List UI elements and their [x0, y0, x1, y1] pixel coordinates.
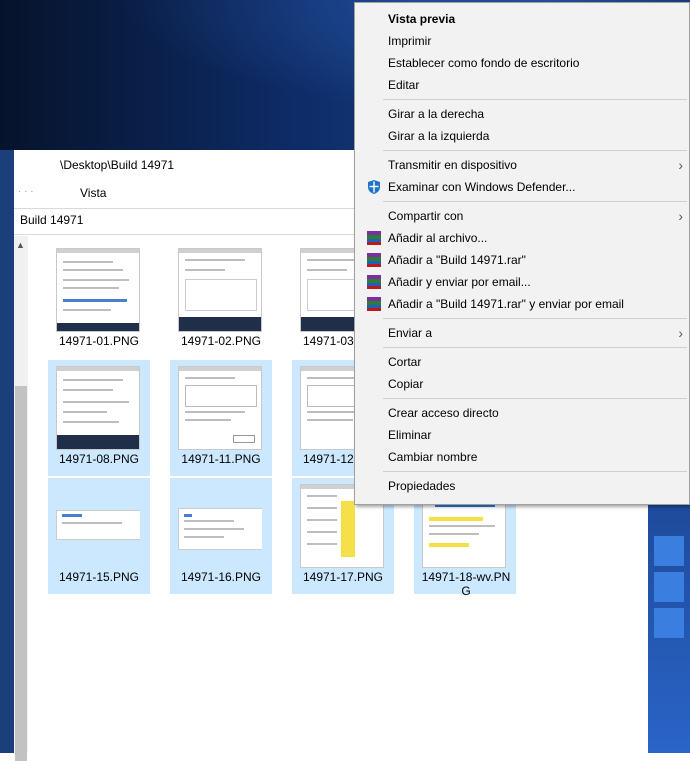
menu-item-label: Cortar: [388, 355, 422, 369]
menu-item-imprimir[interactable]: Imprimir: [355, 30, 689, 52]
menu-item-label: Vista previa: [388, 12, 456, 26]
menu-item-label: Añadir a "Build 14971.rar": [388, 253, 526, 267]
menu-item-enviar-a[interactable]: Enviar a ›: [355, 322, 689, 344]
window-title-path: \Desktop\Build 14971: [60, 158, 175, 172]
menu-item-transmitir-en-dispositivo[interactable]: Transmitir en dispositivo ›: [355, 154, 689, 176]
menu-item-label: Enviar a: [388, 326, 433, 340]
file-thumbnail: [178, 484, 262, 568]
file-name: 14971-16.PNG: [180, 570, 262, 584]
file-name: 14971-17.PNG: [302, 570, 384, 584]
file-thumbnail: [178, 366, 262, 450]
menu-item-label: Editar: [388, 78, 420, 92]
file-thumbnail: [178, 248, 262, 332]
menu-item-label: Girar a la izquierda: [388, 129, 490, 143]
defender-shield-icon: [366, 179, 382, 195]
scroll-up-arrow-icon[interactable]: ▲: [16, 240, 25, 250]
menu-separator: [383, 150, 687, 151]
menu-item-crear-acceso-directo[interactable]: Crear acceso directo: [355, 402, 689, 424]
menu-item-anadir-a-build-14971-rar[interactable]: Añadir a "Build 14971.rar": [355, 249, 689, 271]
file-name: 14971-01.PNG: [58, 334, 140, 348]
menu-item-propiedades[interactable]: Propiedades: [355, 475, 689, 497]
file-item[interactable]: 14971-02.PNG: [170, 242, 272, 358]
menu-item-anadir-al-archivo[interactable]: Añadir al archivo...: [355, 227, 689, 249]
menu-item-establecer-como-fondo-de-escritorio[interactable]: Establecer como fondo de escritorio: [355, 52, 689, 74]
menu-separator: [383, 99, 687, 100]
desktop-wallpaper-right: [648, 500, 690, 753]
file-name: 14971-15.PNG: [58, 570, 140, 584]
menu-item-girar-a-la-derecha[interactable]: Girar a la derecha: [355, 103, 689, 125]
context-menu: Vista previa Imprimir Establecer como fond…: [354, 2, 690, 505]
menu-item-examinar-con-windows-defender[interactable]: Examinar con Windows Defender...: [355, 176, 689, 198]
menu-item-cortar[interactable]: Cortar: [355, 351, 689, 373]
winrar-icon: [366, 230, 382, 246]
desktop-wallpaper-left: [0, 150, 14, 753]
menu-item-anadir-y-enviar-por-email[interactable]: Añadir y enviar por email...: [355, 271, 689, 293]
file-name: 14971-08.PNG: [58, 452, 140, 466]
vertical-scrollbar[interactable]: ▲: [14, 236, 28, 761]
file-thumbnail: [56, 366, 140, 450]
menu-item-label: Añadir al archivo...: [388, 231, 488, 245]
winrar-icon: [366, 252, 382, 268]
menu-item-label: Copiar: [388, 377, 424, 391]
file-thumbnail: [56, 484, 140, 568]
file-name: 14971-02.PNG: [180, 334, 262, 348]
file-item[interactable]: 14971-16.PNG: [170, 478, 272, 594]
menu-item-label: Transmitir en dispositivo: [388, 158, 517, 172]
menu-item-copiar[interactable]: Copiar: [355, 373, 689, 395]
chevron-right-icon: ›: [678, 325, 683, 341]
file-item[interactable]: 14971-01.PNG: [48, 242, 150, 358]
menu-separator: [383, 201, 687, 202]
winrar-icon: [366, 274, 382, 290]
menu-item-label: Añadir y enviar por email...: [388, 275, 531, 289]
menu-item-label: Propiedades: [388, 479, 456, 493]
menu-item-label: Añadir a "Build 14971.rar" y enviar por …: [388, 297, 624, 311]
menu-item-compartir-con[interactable]: Compartir con ›: [355, 205, 689, 227]
file-item[interactable]: 14971-11.PNG: [170, 360, 272, 476]
menu-separator: [383, 398, 687, 399]
menu-separator: [383, 347, 687, 348]
menu-item-anadir-a-build-14971-rar-y-enviar-por-email[interactable]: Añadir a "Build 14971.rar" y enviar por …: [355, 293, 689, 315]
menu-item-eliminar[interactable]: Eliminar: [355, 424, 689, 446]
menu-item-editar[interactable]: Editar: [355, 74, 689, 96]
winrar-icon: [366, 296, 382, 312]
scrollbar-thumb[interactable]: [15, 386, 27, 761]
chevron-right-icon: ›: [678, 157, 683, 173]
menu-item-label: Compartir con: [388, 209, 464, 223]
file-name: 14971-11.PNG: [181, 452, 261, 466]
file-thumbnail: [56, 248, 140, 332]
file-item[interactable]: 14971-15.PNG: [48, 478, 150, 594]
menu-item-girar-a-la-izquierda[interactable]: Girar a la izquierda: [355, 125, 689, 147]
file-name: 14971-18-wv.PNG: [421, 570, 511, 598]
menu-item-label: Cambiar nombre: [388, 450, 478, 464]
menu-item-label: Imprimir: [388, 34, 432, 48]
menu-separator: [383, 471, 687, 472]
menu-item-vista-previa[interactable]: Vista previa: [355, 8, 689, 30]
ribbon-tabs-hidden: · · ·: [18, 186, 34, 197]
menu-item-label: Examinar con Windows Defender...: [388, 180, 576, 194]
file-item[interactable]: 14971-08.PNG: [48, 360, 150, 476]
menu-item-label: Establecer como fondo de escritorio: [388, 56, 580, 70]
ribbon-tab-view[interactable]: Vista: [80, 186, 106, 200]
menu-item-label: Eliminar: [388, 428, 432, 442]
menu-separator: [383, 318, 687, 319]
menu-item-cambiar-nombre[interactable]: Cambiar nombre: [355, 446, 689, 468]
chevron-right-icon: ›: [678, 208, 683, 224]
menu-item-label: Girar a la derecha: [388, 107, 485, 121]
address-breadcrumb[interactable]: Build 14971: [20, 213, 83, 227]
menu-item-label: Crear acceso directo: [388, 406, 499, 420]
